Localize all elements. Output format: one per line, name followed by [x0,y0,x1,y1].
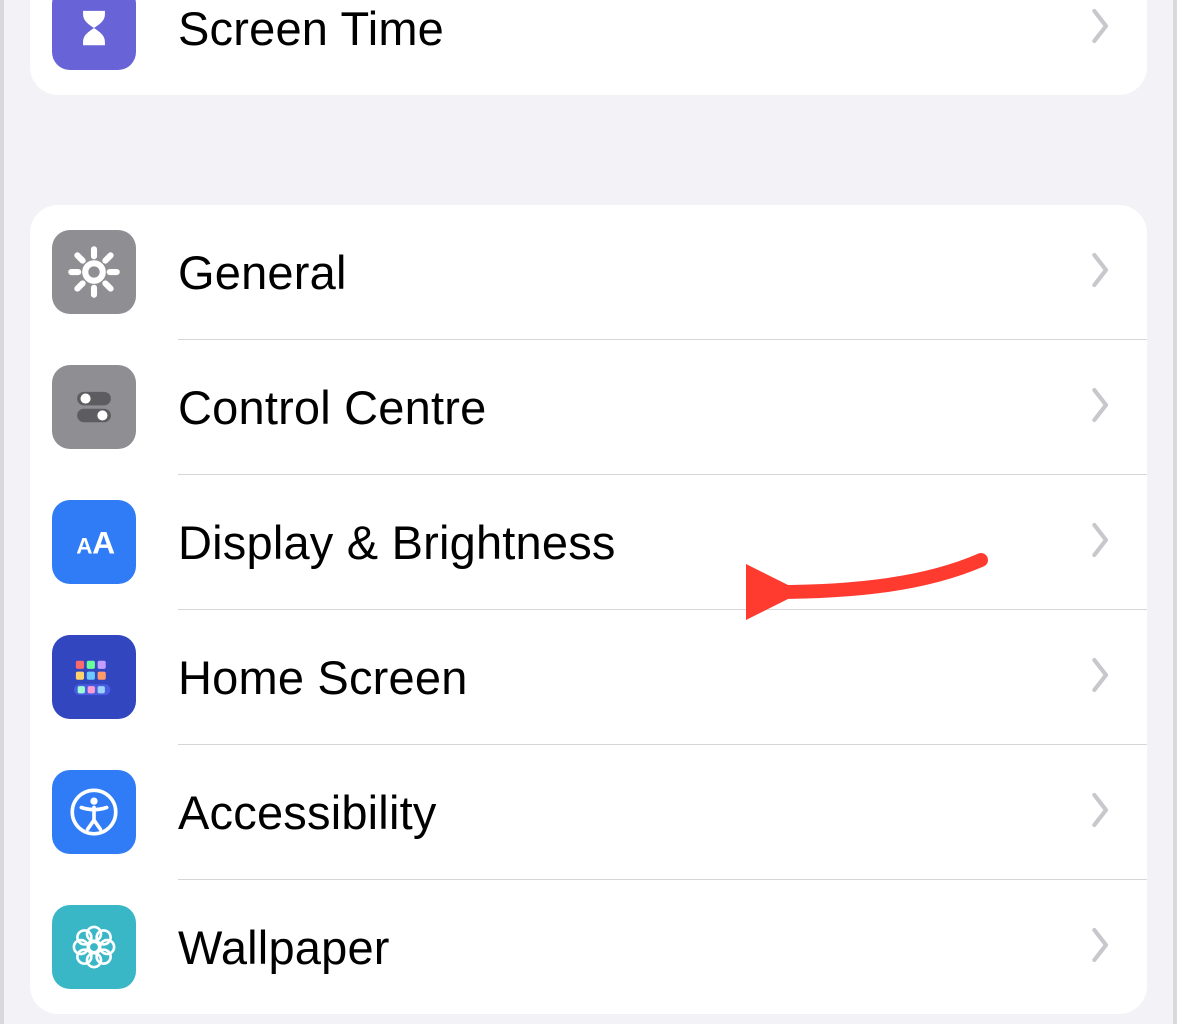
hourglass-icon [52,0,136,70]
accessibility-icon [52,770,136,854]
row-accessibility[interactable]: Accessibility [30,745,1147,879]
chevron-right-icon [1091,6,1111,51]
row-label: Home Screen [178,650,1091,705]
text-size-icon: A A [52,500,136,584]
row-label: General [178,245,1091,300]
row-display-brightness[interactable]: A A Display & Brightness [30,475,1147,609]
row-home-screen[interactable]: Home Screen [30,610,1147,744]
row-label: Control Centre [178,380,1091,435]
chevron-right-icon [1091,925,1111,970]
gear-icon [52,230,136,314]
row-label: Wallpaper [178,920,1091,975]
settings-viewport: Screen Time [0,0,1177,1024]
settings-group-2: General Control Centre [30,205,1147,1014]
home-screen-icon [52,635,136,719]
settings-group-1: Screen Time [30,0,1147,95]
chevron-right-icon [1091,790,1111,835]
chevron-right-icon [1091,655,1111,700]
chevron-right-icon [1091,385,1111,430]
row-general[interactable]: General [30,205,1147,339]
row-label: Display & Brightness [178,515,1091,570]
row-wallpaper[interactable]: Wallpaper [30,880,1147,1014]
toggles-icon [52,365,136,449]
chevron-right-icon [1091,250,1111,295]
row-control-centre[interactable]: Control Centre [30,340,1147,474]
row-label: Accessibility [178,785,1091,840]
chevron-right-icon [1091,520,1111,565]
row-screen-time[interactable]: Screen Time [30,0,1147,95]
row-label: Screen Time [178,1,1091,56]
svg-text:A: A [92,524,115,560]
wallpaper-icon [52,905,136,989]
svg-text:A: A [76,533,92,558]
